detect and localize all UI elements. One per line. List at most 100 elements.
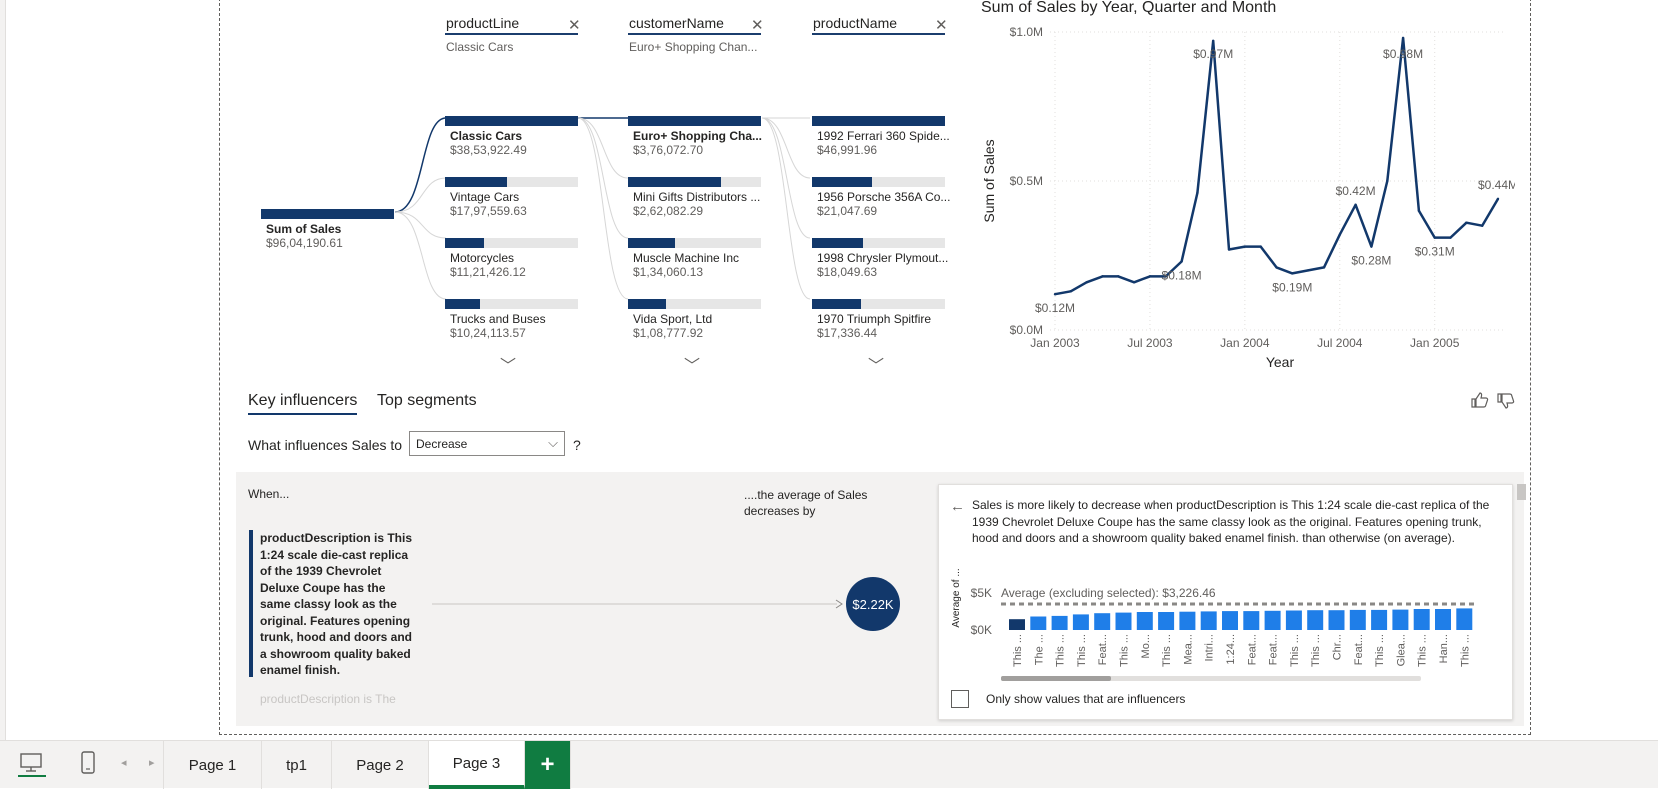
detail-bar[interactable]	[1264, 610, 1281, 630]
detail-bar[interactable]	[1094, 613, 1111, 630]
add-page-button[interactable]: +	[525, 741, 571, 789]
detail-bar[interactable]	[1307, 610, 1324, 630]
influencer-item-next[interactable]: productDescription is The	[260, 692, 415, 706]
detail-bar[interactable]	[1115, 612, 1132, 630]
detail-bar[interactable]	[1435, 609, 1451, 630]
page-tab-page-1[interactable]: Page 1	[164, 741, 262, 789]
detail-bar-label: Feat...	[1268, 634, 1280, 665]
tree-node-name[interactable]: Mini Gifts Distributors ...	[633, 190, 760, 204]
data-point	[1322, 266, 1326, 269]
chevron-down-icon[interactable]: ﹀	[684, 352, 700, 376]
detail-bar[interactable]	[1051, 615, 1068, 630]
page-tab-bar: ◂ ▸ Page 1 tp1 Page 2 Page 3 +	[0, 740, 1658, 789]
page-tab-tp1[interactable]: tp1	[262, 741, 332, 789]
detail-bar[interactable]	[1222, 611, 1238, 630]
detail-bar[interactable]	[1200, 611, 1217, 630]
detail-bar[interactable]	[1030, 616, 1047, 631]
chevron-down-icon[interactable]: ﹀	[868, 352, 884, 376]
influencer-marker	[249, 530, 253, 677]
detail-bar-label: This ...	[1374, 634, 1386, 667]
x-tick-label: Jul 2003	[1127, 336, 1173, 350]
scrollbar-thumb[interactable]	[1517, 484, 1526, 500]
tree-node-bar[interactable]	[812, 238, 945, 248]
line-chart[interactable]: $0.0M $0.5M $1.0M Jan 2003 Jul 2003 Jan 2004 J…	[975, 20, 1515, 375]
page-tabs: Page 1 tp1 Page 2 Page 3 +	[164, 741, 571, 789]
detail-bar[interactable]	[1136, 612, 1153, 630]
level-header-productline[interactable]: productLine	[446, 15, 519, 31]
tree-node-bar[interactable]	[445, 238, 578, 248]
data-point	[1465, 221, 1468, 224]
tree-node-bar[interactable]	[628, 238, 761, 248]
close-icon[interactable]: ✕	[568, 16, 581, 34]
detail-bar[interactable]	[1243, 611, 1260, 630]
tree-node-bar[interactable]	[812, 116, 945, 126]
detail-bar-label: Feat...	[1097, 634, 1109, 665]
level-header-productname[interactable]: productName	[813, 15, 897, 31]
influencers-only-checkbox[interactable]	[951, 690, 969, 708]
data-label: $0.18M	[1162, 268, 1202, 282]
tree-node-bar[interactable]	[812, 299, 945, 309]
thumbs-down-icon[interactable]	[1496, 391, 1516, 411]
tree-node-bar[interactable]	[628, 177, 761, 187]
tree-node-bar[interactable]	[445, 116, 578, 126]
detail-y-axis-title: Average of ...	[951, 568, 962, 627]
direction-dropdown[interactable]: Decrease ⌵	[409, 431, 565, 456]
tree-node-name[interactable]: Vida Sport, Ltd	[633, 312, 712, 326]
tree-node-name[interactable]: 1970 Triumph Spitfire	[817, 312, 931, 326]
mobile-view-icon[interactable]	[79, 750, 97, 776]
detail-bar-label: This ...	[1012, 634, 1024, 667]
page-tab-page-2[interactable]: Page 2	[332, 741, 429, 789]
influencer-item[interactable]: productDescription is This 1:24 scale di…	[260, 530, 415, 678]
detail-y-tick: $5K	[971, 586, 992, 600]
close-icon[interactable]: ✕	[935, 16, 948, 34]
tree-node-name[interactable]: Motorcycles	[450, 251, 514, 265]
desktop-view-icon[interactable]	[18, 751, 46, 777]
back-arrow-icon[interactable]: ←	[950, 498, 965, 515]
detail-bar-chart[interactable]: Average of ... $5K $0K Average (excluding s…	[946, 568, 1486, 686]
tree-node-name[interactable]: 1956 Porsche 356A Co...	[817, 190, 950, 204]
level-header-customername[interactable]: customerName	[629, 15, 724, 31]
tab-key-influencers[interactable]: Key influencers	[248, 392, 358, 415]
detail-bar[interactable]	[1456, 608, 1473, 630]
tree-node-name[interactable]: Trucks and Buses	[450, 312, 546, 326]
page-tab-page-3[interactable]: Page 3	[429, 741, 525, 789]
tree-node-name[interactable]: 1992 Ferrari 360 Spide...	[817, 129, 950, 143]
thumbs-up-icon[interactable]	[1470, 390, 1490, 410]
close-icon[interactable]: ✕	[751, 16, 764, 34]
detail-bar[interactable]	[1179, 611, 1196, 630]
detail-bar[interactable]	[1413, 609, 1430, 630]
next-page-icon[interactable]: ▸	[149, 756, 155, 769]
tree-node-bar[interactable]	[628, 299, 761, 309]
detail-bar[interactable]	[1009, 619, 1025, 630]
y-tick-label: $1.0M	[1010, 25, 1043, 39]
tree-node-bar[interactable]	[812, 177, 945, 187]
chevron-down-icon[interactable]: ﹀	[500, 352, 516, 376]
tree-node-name[interactable]: 1998 Chrysler Plymout...	[817, 251, 948, 265]
detail-bar[interactable]	[1072, 614, 1089, 630]
detail-bar[interactable]	[1285, 610, 1302, 631]
detail-bar-label: Mo...	[1140, 634, 1152, 658]
detail-bar[interactable]	[1349, 609, 1366, 630]
data-point	[1275, 266, 1278, 269]
tree-node-name[interactable]: Classic Cars	[450, 129, 522, 143]
impact-circle[interactable]: $2.22K	[846, 577, 900, 631]
root-bar[interactable]	[261, 209, 394, 219]
detail-bar[interactable]	[1392, 609, 1409, 630]
detail-bar-label: The ...	[1033, 634, 1045, 665]
detail-bar[interactable]	[1371, 609, 1388, 630]
tree-node-bar[interactable]	[445, 177, 578, 187]
detail-bar[interactable]	[1158, 612, 1175, 630]
tree-node-name[interactable]: Euro+ Shopping Cha...	[633, 129, 762, 143]
data-label: $0.28M	[1351, 254, 1391, 268]
prev-page-icon[interactable]: ◂	[121, 756, 127, 769]
data-point	[1180, 260, 1183, 263]
tree-node-bar[interactable]	[628, 116, 761, 126]
horizontal-scrollbar-thumb[interactable]	[1001, 676, 1111, 681]
question-prefix: What influences Sales to	[248, 437, 403, 453]
detail-bar[interactable]	[1328, 610, 1345, 630]
data-point	[1401, 36, 1405, 40]
tree-node-name[interactable]: Muscle Machine Inc	[633, 251, 739, 265]
tab-top-segments[interactable]: Top segments	[377, 392, 477, 410]
tree-node-name[interactable]: Vintage Cars	[450, 190, 519, 204]
tree-node-bar[interactable]	[445, 299, 578, 309]
